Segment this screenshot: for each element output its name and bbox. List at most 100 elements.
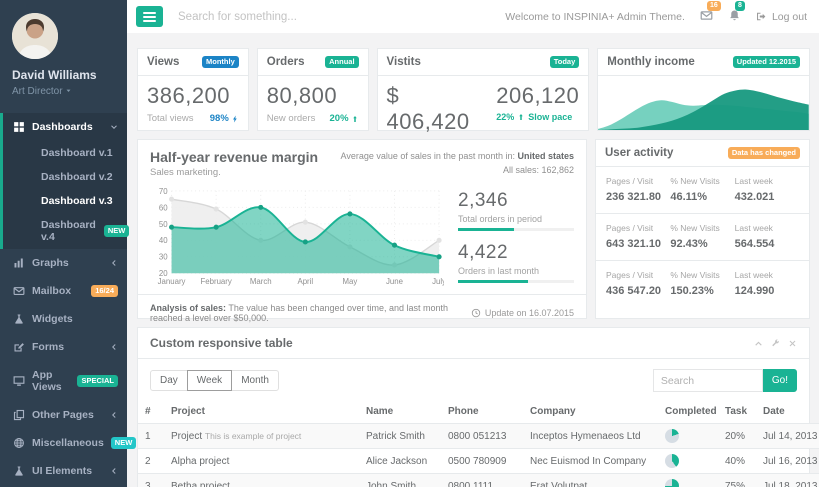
completed-pie-icon [665, 454, 679, 468]
sidebar-item-dashboard-v4[interactable]: Dashboard v.4NEW [3, 213, 127, 249]
logout-button[interactable]: Log out [756, 11, 807, 23]
level-up-icon [517, 113, 525, 121]
visits-title: Vistits [387, 56, 421, 68]
income-title: Monthly income [607, 56, 695, 68]
completed-pie-icon [665, 479, 679, 487]
sidebar-item-other-pages[interactable]: Other Pages [0, 401, 127, 429]
main-content: Views Monthly 386,200 Total views 98% Or… [127, 33, 819, 487]
sidebar-item-widgets[interactable]: Widgets [0, 305, 127, 333]
revenue-line-chart: 203040506070JanuaryFebruaryMarchAprilMay… [150, 184, 444, 288]
sidebar-item-dashboard-v3[interactable]: Dashboard v.3 [3, 189, 127, 213]
svg-text:May: May [343, 277, 358, 286]
analysis-text: Analysis of sales: The value has been ch… [150, 303, 457, 323]
sidebar-item-dashboard-v2[interactable]: Dashboard v.2 [3, 165, 127, 189]
table-row[interactable]: 2 Alpha project Alice Jackson 0500 78090… [138, 449, 819, 474]
menu-toggle-button[interactable] [136, 6, 163, 27]
bolt-icon [231, 115, 239, 123]
sidebar-item-mailbox[interactable]: Mailbox 16/24 [0, 277, 127, 305]
messages-count-badge: 16 [707, 1, 721, 11]
income-sparkline-chart [598, 76, 809, 130]
views-label: Total views [147, 113, 193, 124]
today-badge: Today [550, 56, 580, 68]
middle-row: Half-year revenue margin Sales marketing… [137, 139, 810, 319]
sign-out-icon [756, 11, 767, 22]
sidebar-item-ui-elements[interactable]: UI Elements [0, 457, 127, 485]
sales-note: Average value of sales in the past month… [341, 149, 574, 178]
monthly-income-card: Monthly income Updated 12.2015 [597, 48, 810, 131]
bar-chart-icon [12, 257, 25, 269]
panel-title: Custom responsive table [150, 336, 293, 350]
table-row[interactable]: 1 Project This is example of project Pat… [138, 424, 819, 449]
revenue-panel: Half-year revenue margin Sales marketing… [137, 139, 587, 319]
welcome-text: Welcome to INSPINIA+ Admin Theme. [505, 11, 685, 23]
orders-percent: 20% [330, 113, 359, 124]
envelope-icon [12, 285, 25, 297]
svg-text:40: 40 [159, 236, 168, 245]
svg-text:60: 60 [159, 203, 168, 212]
sidebar-item-dashboard-v1[interactable]: Dashboard v.1 [3, 141, 127, 165]
go-button[interactable]: Go! [763, 369, 797, 392]
caret-down-icon [65, 87, 72, 94]
svg-text:30: 30 [159, 253, 168, 262]
views-percent: 98% [210, 113, 239, 124]
messages-button[interactable]: 16 [700, 9, 713, 25]
svg-text:March: March [250, 277, 272, 286]
week-button[interactable]: Week [187, 370, 232, 391]
flask-icon [12, 465, 25, 477]
progress-bar [458, 280, 574, 283]
range-button-group: Day Week Month [150, 370, 279, 391]
sidebar-item-forms[interactable]: Forms [0, 333, 127, 361]
sidebar-item-dashboards[interactable]: Dashboards [3, 113, 127, 141]
month-button[interactable]: Month [231, 370, 279, 391]
th-large-icon [12, 121, 25, 133]
user-role-dropdown[interactable]: Art Director [12, 86, 115, 97]
search-input[interactable] [178, 11, 505, 23]
orders-title: Orders [267, 56, 305, 68]
activity-row: Pages / Visit436 547.20 % New Visits150.… [596, 261, 809, 307]
sidebar-item-miscellaneous[interactable]: Miscellaneous NEW [0, 429, 127, 457]
wrench-icon[interactable] [771, 339, 780, 348]
orders-in-period-value: 2,346 [458, 190, 574, 212]
orders-card: Orders Annual 80,800 New orders 20% [257, 48, 369, 131]
svg-text:70: 70 [159, 187, 168, 196]
avatar[interactable] [12, 13, 58, 59]
activity-row: Pages / Visit643 321.10 % New Visits92.4… [596, 214, 809, 261]
clock-icon [471, 308, 481, 318]
monthly-badge: Monthly [202, 56, 239, 68]
custom-table-panel: Custom responsive table Day Week Month G… [137, 327, 810, 487]
table-search-input[interactable] [653, 369, 763, 392]
annual-badge: Annual [325, 56, 358, 68]
views-value: 386,200 [147, 83, 239, 109]
updated-badge: Updated 12.2015 [733, 56, 800, 68]
table-row[interactable]: 3 Betha project John Smith 0800 1111 Era… [138, 474, 819, 487]
notifications-button[interactable]: 8 [728, 9, 741, 25]
visits-value-2: 206,120 [496, 83, 579, 109]
update-info: Update on 16.07.2015 [471, 308, 574, 318]
new-badge: NEW [104, 225, 130, 237]
chevron-left-icon [110, 259, 118, 267]
orders-in-period-label: Total orders in period [458, 214, 574, 224]
new-badge: NEW [111, 437, 137, 449]
collapse-icon[interactable] [754, 339, 763, 348]
visits-card: Vistits Today $ 406,420 44%Rapid pace 20… [377, 48, 590, 131]
desktop-icon [12, 375, 25, 387]
close-icon[interactable] [788, 339, 797, 348]
chevron-left-icon [110, 343, 118, 351]
svg-text:50: 50 [159, 220, 168, 229]
user-profile: David Williams Art Director [0, 0, 127, 109]
data-changed-badge: Data has changed [728, 147, 800, 159]
svg-text:June: June [386, 277, 403, 286]
chevron-left-icon [110, 411, 118, 419]
svg-text:April: April [297, 277, 313, 286]
sidebar-item-app-views[interactable]: App Views SPECIAL [0, 361, 127, 401]
svg-text:February: February [200, 277, 231, 286]
sidebar-item-graphs[interactable]: Graphs [0, 249, 127, 277]
pencil-square-icon [12, 341, 25, 353]
special-badge: SPECIAL [77, 375, 118, 387]
chevron-left-icon [110, 467, 118, 475]
revenue-side-stats: 2,346 Total orders in period 4,422 Order… [444, 184, 574, 294]
user-name: David Williams [12, 68, 115, 82]
globe-icon [12, 437, 25, 449]
panel-subtitle: Sales marketing. [150, 167, 318, 178]
day-button[interactable]: Day [150, 370, 188, 391]
